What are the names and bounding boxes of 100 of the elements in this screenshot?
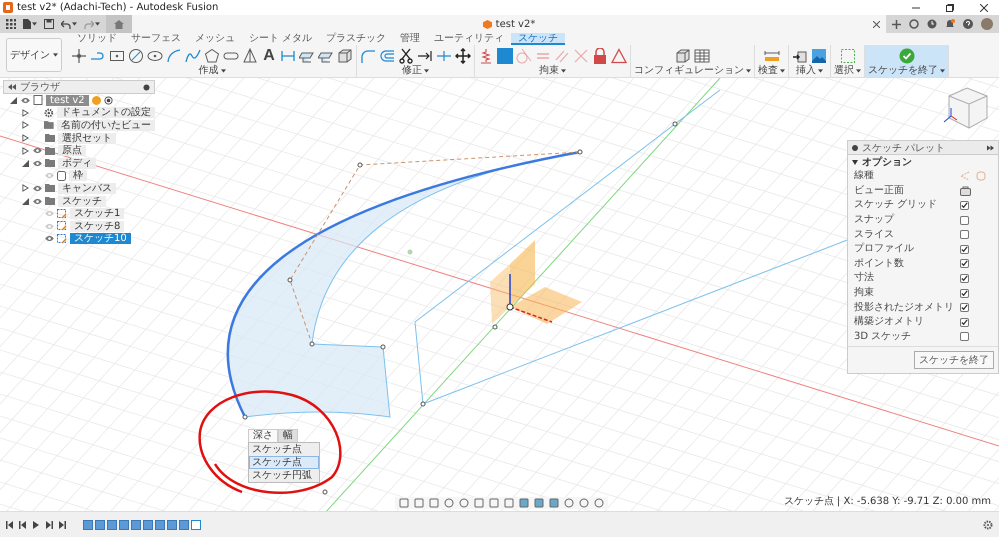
menu-item[interactable]: スケッチ点 [249, 456, 319, 469]
next-icon[interactable] [45, 520, 53, 528]
help-button[interactable] [963, 19, 973, 29]
group-menu[interactable]: 作成 [198, 65, 226, 77]
avatar[interactable] [981, 18, 993, 30]
collapse-icon[interactable] [8, 84, 16, 90]
tree-item[interactable]: 名前の付いたビュー [56, 120, 155, 131]
sketch-icon[interactable] [191, 520, 201, 530]
eye-icon[interactable] [33, 147, 42, 154]
collapsed-triangle-icon[interactable] [22, 184, 29, 192]
sketch-point[interactable] [322, 490, 328, 494]
ribbon-tab[interactable]: シート メタル [242, 33, 320, 45]
group-menu[interactable]: 検査 [758, 65, 785, 77]
checkbox[interactable] [960, 288, 969, 298]
arc-tool[interactable] [166, 48, 182, 64]
cone-tool[interactable] [242, 48, 258, 64]
checkbox[interactable] [960, 230, 969, 240]
polygon-tool[interactable] [204, 48, 220, 64]
group-menu[interactable]: 挿入 [796, 65, 823, 77]
triangle-tool[interactable] [611, 48, 627, 64]
checkbox[interactable] [960, 259, 969, 268]
eye-icon[interactable] [21, 96, 30, 104]
tree-item[interactable]: ドキュメントの設定 [56, 107, 155, 118]
table-tool[interactable] [694, 48, 710, 64]
sketch-point[interactable] [358, 162, 362, 168]
notification-button[interactable] [945, 19, 955, 29]
sketch-point[interactable] [578, 150, 582, 154]
tree-item[interactable]: 原点 [58, 145, 86, 156]
last-frame-icon[interactable] [58, 520, 66, 528]
tree-item[interactable]: ボディ [58, 158, 96, 169]
tree-item[interactable]: 選択セット [58, 132, 116, 144]
tree-item[interactable]: スケッチ [58, 196, 106, 207]
spline-tool[interactable] [185, 48, 201, 64]
section-header[interactable]: オプション [848, 155, 998, 169]
group-menu[interactable]: 選択 [834, 65, 861, 77]
ribbon-tab[interactable]: メッシュ [188, 33, 242, 45]
checkbox[interactable] [960, 332, 969, 342]
sketch-point[interactable] [380, 344, 386, 350]
menu-tab[interactable]: 幅 [278, 429, 298, 442]
ribbon-tab[interactable]: スケッチ [511, 33, 566, 45]
dimension-tool[interactable] [280, 48, 296, 64]
text-tool[interactable]: A [261, 48, 277, 64]
menu-item[interactable]: スケッチ円弧 [249, 469, 319, 482]
ribbon-tab[interactable]: プラスチック [319, 33, 394, 45]
image-tool[interactable] [811, 48, 827, 64]
cube-tool[interactable] [337, 48, 353, 64]
tree-item[interactable]: 枠 [69, 170, 87, 182]
group-menu[interactable]: 修正 [402, 65, 429, 77]
eye-icon[interactable] [45, 235, 54, 242]
new-tab-button[interactable] [892, 20, 901, 28]
sketch-point[interactable] [492, 324, 498, 330]
ribbon-tab[interactable]: ユーティリティ [427, 33, 512, 45]
expanded-triangle-icon[interactable] [22, 160, 29, 167]
ellipse-tool[interactable] [147, 48, 163, 64]
ribbon-tab[interactable]: ソリッド [70, 33, 124, 45]
refresh-button[interactable] [909, 19, 919, 29]
cube-tool[interactable] [675, 48, 691, 64]
rectangle-tool[interactable] [109, 48, 125, 64]
group-menu[interactable]: 拘束 [539, 65, 566, 77]
group-menu[interactable]: コンフィギュレーション [634, 65, 751, 77]
lock-tool[interactable] [592, 48, 608, 64]
save-button[interactable] [44, 19, 54, 29]
tree-item[interactable]: スケッチ8 [70, 220, 124, 232]
file-menu-button[interactable] [23, 19, 37, 29]
eye-icon[interactable] [33, 198, 42, 205]
expanded-triangle-icon[interactable] [22, 198, 29, 205]
first-frame-icon[interactable] [6, 520, 14, 528]
sketch-point[interactable] [420, 402, 426, 406]
checkbox[interactable] [960, 318, 969, 327]
move-arrows-tool[interactable] [455, 48, 471, 64]
checkbox[interactable] [960, 244, 969, 254]
menu-tab[interactable]: 深さ [248, 429, 278, 442]
tree-item[interactable]: スケッチ1 [70, 208, 124, 220]
finish-sketch-button[interactable]: スケッチを終了 [914, 351, 994, 370]
target-icon[interactable] [104, 96, 113, 105]
document-tab[interactable]: test v2* [478, 18, 540, 30]
scissors-tool[interactable] [398, 48, 414, 64]
tree-item[interactable]: キャンバス [58, 182, 116, 194]
previous-icon[interactable] [19, 520, 27, 528]
fillet-tool[interactable] [360, 48, 376, 64]
redo-button[interactable] [84, 20, 100, 28]
apps-grid-button[interactable] [6, 19, 16, 29]
ruler-tool[interactable] [764, 48, 780, 64]
checkbox[interactable] [960, 303, 969, 312]
circle-tool[interactable] [128, 48, 144, 64]
home-tab[interactable] [106, 15, 132, 33]
clock-button[interactable] [927, 19, 937, 29]
menu-item[interactable]: スケッチ点 [249, 443, 319, 456]
checkbox[interactable] [960, 274, 969, 283]
check-circle-tool[interactable] [898, 48, 914, 64]
eye-icon[interactable] [33, 160, 42, 167]
eye-icon[interactable] [33, 184, 42, 192]
crosshair-tool[interactable] [71, 48, 87, 64]
settings-icon[interactable] [983, 520, 993, 530]
selection-box-tool[interactable] [840, 48, 856, 64]
sketch-point[interactable] [242, 414, 248, 420]
sketch-point[interactable] [288, 278, 292, 282]
workspace-dropdown[interactable]: デザイン [6, 38, 62, 72]
ribbon-tab[interactable]: 管理 [393, 33, 428, 45]
tree-item[interactable]: スケッチ10 [70, 233, 131, 244]
